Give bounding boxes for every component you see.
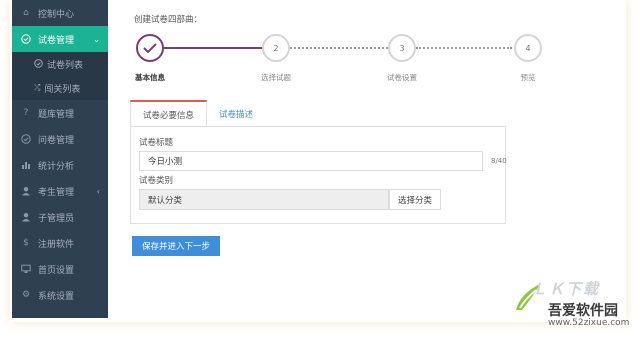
step-1-label: 基本信息: [135, 73, 165, 82]
tab-description[interactable]: 试卷描述: [207, 100, 265, 127]
watermark-logo-text: ＬＫ下载: [532, 280, 601, 298]
step-3-circle: 3: [388, 34, 416, 62]
watermark-text: 吾爱软件园: [548, 303, 618, 319]
check-circle-icon: [20, 33, 32, 45]
tab-required-info[interactable]: 试卷必要信息: [130, 100, 208, 127]
sidebar-item-system-settings[interactable]: ⚙ 系统设置: [12, 282, 108, 308]
sidebar-item-label: 问卷管理: [38, 135, 75, 146]
check-icon: [143, 43, 157, 54]
sidebar-item-statistics[interactable]: 统计分析: [12, 152, 108, 178]
sidebar-submenu: 试卷列表 ⤮ 闯关列表: [12, 52, 108, 100]
sidebar-item-label: 注册软件: [38, 239, 75, 250]
sidebar-item-question-bank[interactable]: ? 题库管理: [12, 100, 108, 126]
category-display: 默认分类: [139, 189, 389, 210]
step-connector: [290, 47, 388, 49]
sidebar-item-label: 控制中心: [38, 9, 75, 20]
title-char-counter: 8/40: [491, 157, 507, 165]
sidebar-subitem-label: 试卷列表: [47, 60, 84, 71]
sidebar-item-examinees[interactable]: 考生管理 ‹: [12, 178, 108, 204]
sidebar-item-label: 考生管理: [38, 187, 75, 198]
sidebar-item-label: 统计分析: [38, 161, 75, 172]
sidebar-item-homepage-settings[interactable]: 首页设置: [12, 256, 108, 282]
wizard-steps: 2 3 4 基本信息 选择试题 试卷设置 预览: [135, 34, 542, 82]
check-circle-icon: [34, 58, 43, 70]
wizard-title: 创建试卷四部曲：: [134, 15, 203, 25]
user-icon: [20, 185, 32, 197]
select-category-button[interactable]: 选择分类: [389, 189, 441, 210]
chevron-down-icon: ⌄: [93, 34, 100, 44]
sidebar-item-label: 题库管理: [38, 109, 75, 120]
question-icon: ?: [23, 108, 29, 118]
chevron-left-icon: ‹: [96, 186, 100, 196]
sidebar-item-exam-management[interactable]: 试卷管理 ⌄: [12, 26, 108, 52]
step-connector: [416, 47, 512, 49]
sidebar-subitem-level-list[interactable]: ⤮ 闯关列表: [12, 76, 108, 100]
sidebar-item-register[interactable]: $ 注册软件: [12, 230, 108, 256]
gear-icon: ⚙: [21, 290, 31, 300]
main-content: 创建试卷四部曲： 2 3 4 基本信息 选择试题 试卷设置 预览 试卷必要信息 …: [108, 0, 626, 318]
sidebar-subitem-exam-list[interactable]: 试卷列表: [12, 52, 108, 76]
step-connector-done: [164, 47, 262, 49]
step-2-circle: 2: [262, 34, 290, 62]
exam-title-input[interactable]: [139, 151, 483, 171]
sidebar-item-label: 系统设置: [38, 291, 75, 302]
step-2-label: 选择试题: [261, 73, 291, 82]
sidebar-item-label: 首页设置: [38, 265, 75, 276]
sidebar-item-sub-admin[interactable]: 子管理员: [12, 204, 108, 230]
form-panel: 试卷标题 8/40 试卷类别 默认分类 选择分类: [130, 126, 507, 224]
step-3-label: 试卷设置: [387, 73, 417, 82]
form-tabs: 试卷必要信息 试卷描述: [130, 100, 265, 127]
sidebar-subitem-label: 闯关列表: [44, 84, 81, 95]
step-4-label: 预览: [520, 73, 536, 82]
sidebar-item-label: 试卷管理: [38, 35, 75, 46]
bar-chart-icon: [20, 159, 32, 171]
sidebar-item-label: 子管理员: [38, 213, 75, 224]
title-field-label: 试卷标题: [139, 138, 174, 148]
home-icon: ⌂: [23, 8, 29, 18]
dollar-icon: $: [23, 238, 29, 248]
user-icon: [20, 211, 32, 223]
step-4-circle: 4: [514, 34, 542, 62]
sidebar-item-control-center[interactable]: ⌂ 控制中心: [12, 0, 108, 26]
sidebar-item-survey[interactable]: 问卷管理: [12, 126, 108, 152]
shuffle-icon: ⤮: [34, 83, 41, 92]
category-field-label: 试卷类别: [139, 176, 174, 186]
monitor-icon: [20, 263, 32, 275]
save-next-button[interactable]: 保存并进入下一步: [132, 236, 220, 256]
sidebar: ⌂ 控制中心 试卷管理 ⌄ 试卷列表 ⤮ 闯关列表 ? 题库管理 问卷管理 统计…: [12, 0, 108, 318]
watermark-url: www.52zixue.com: [548, 318, 630, 328]
check-circle-icon: [20, 133, 32, 145]
step-1-circle: [136, 34, 164, 62]
